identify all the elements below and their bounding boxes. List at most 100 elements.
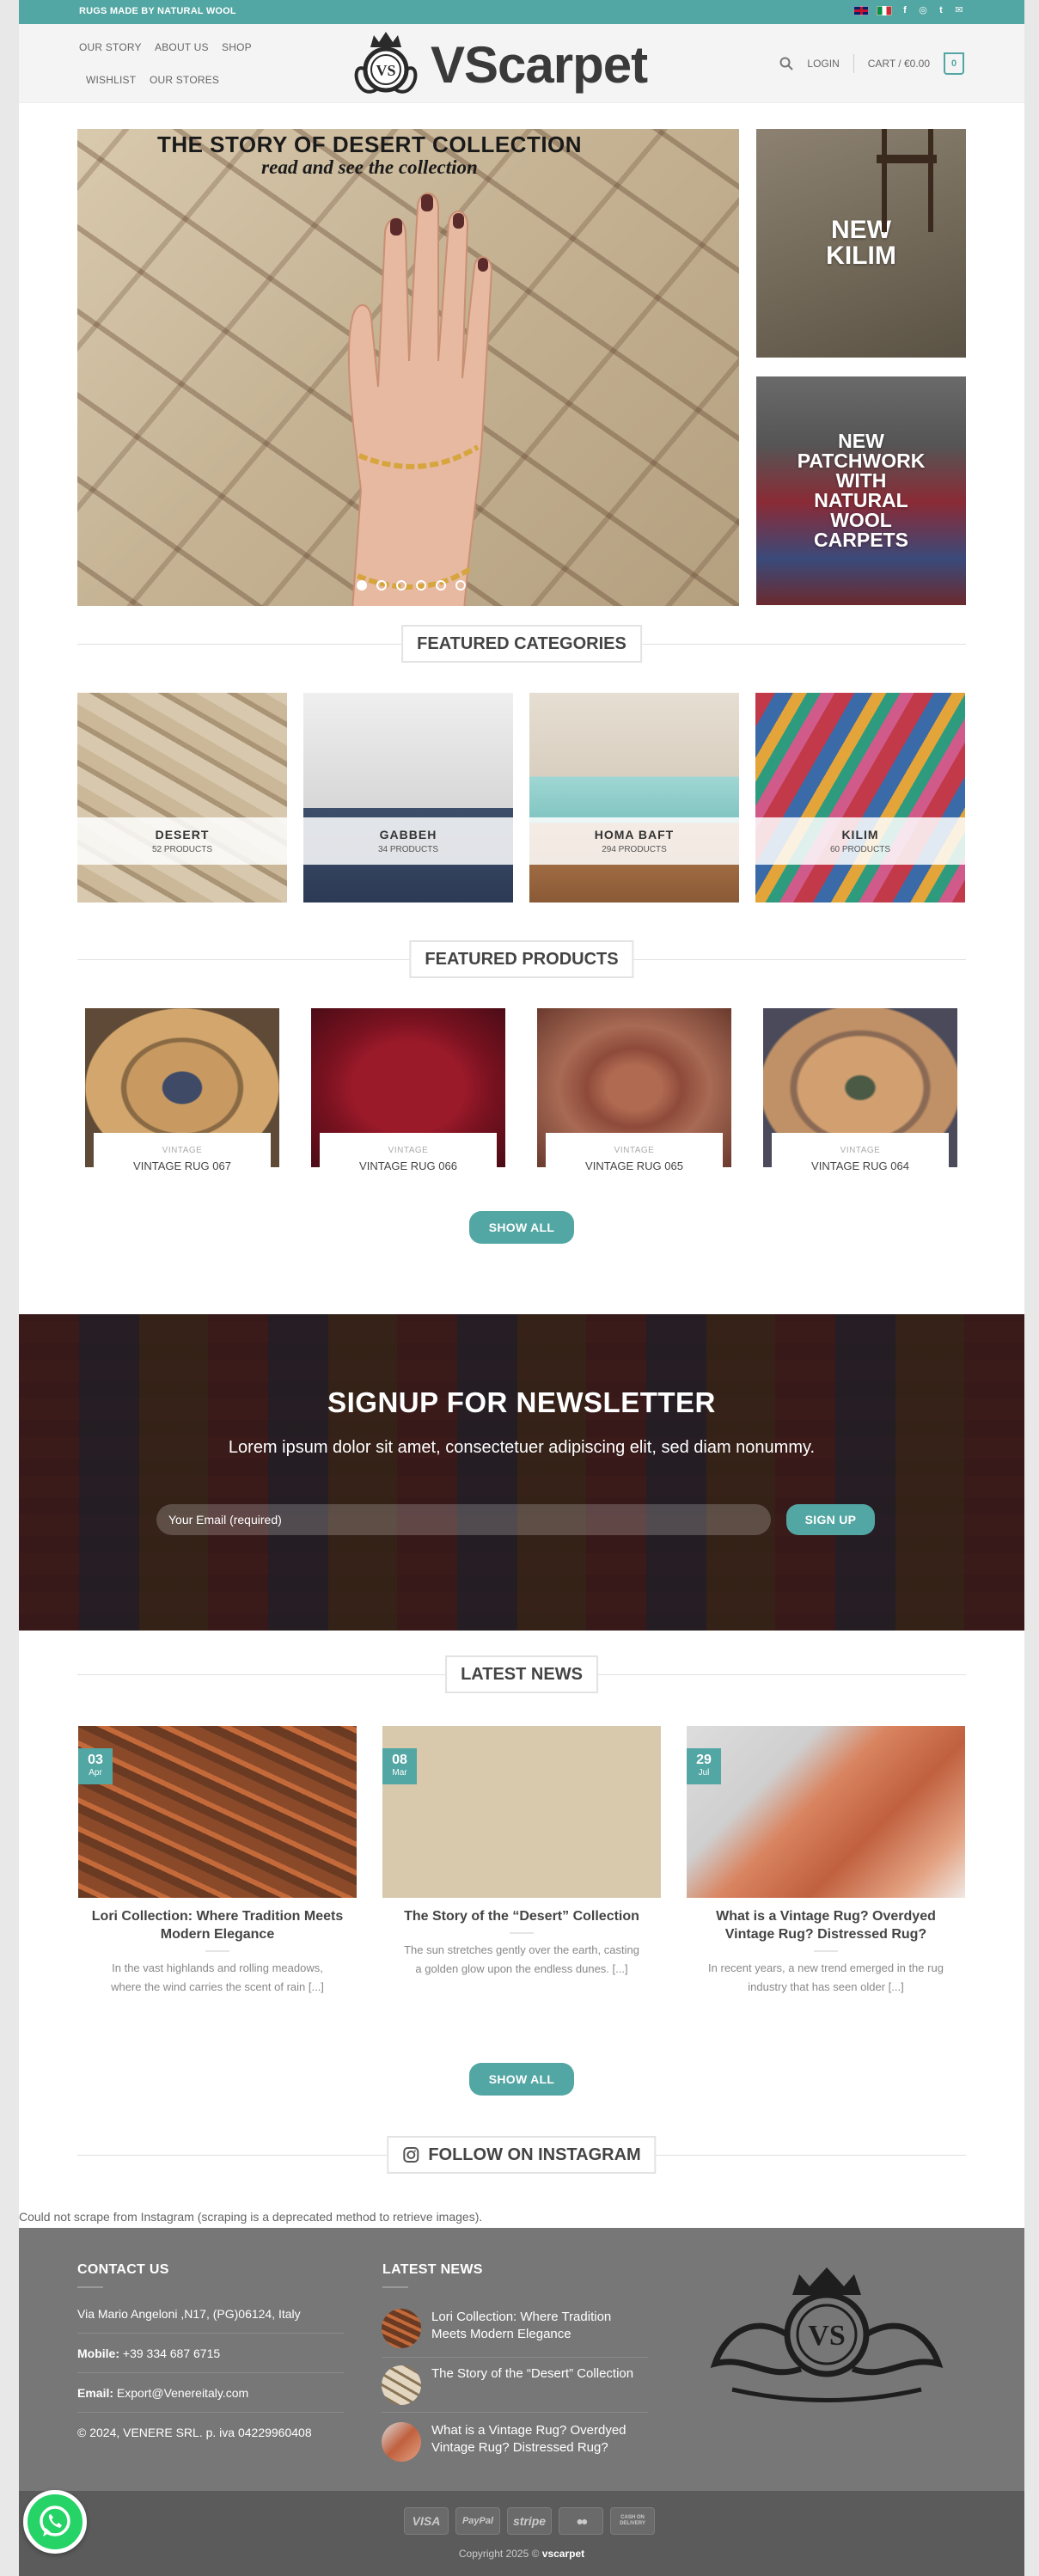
category-name: HOMA BAFT: [594, 828, 675, 841]
footer-divider: [77, 2372, 344, 2373]
banner-new-kilim[interactable]: NEW KILIM: [756, 129, 966, 358]
english-flag-icon[interactable]: [853, 5, 869, 15]
hero-slider[interactable]: THE STORY OF DESERT COLLECTION read and …: [77, 129, 739, 606]
nav-our-stores[interactable]: OUR STORES: [150, 74, 219, 86]
slider-dot[interactable]: [376, 580, 387, 590]
copyright-brand[interactable]: vscarpet: [542, 2548, 584, 2560]
product-name[interactable]: VINTAGE RUG 066: [320, 1160, 497, 1172]
visa-icon: VISA: [404, 2507, 449, 2535]
show-all-products-button[interactable]: SHOW ALL: [469, 1211, 574, 1244]
email-icon[interactable]: ✉: [954, 5, 964, 15]
footer-address: Via Mario Angeloni ,N17, (PG)06124, Ital…: [77, 2307, 301, 2321]
newsletter-email-input[interactable]: Your Email (required): [156, 1504, 771, 1535]
category-count: 60 PRODUCTS: [829, 845, 890, 854]
news-image[interactable]: 29 Jul: [687, 1726, 965, 1898]
nav-wishlist[interactable]: WISHLIST: [86, 74, 136, 86]
product-category: VINTAGE: [388, 1146, 429, 1155]
footer-news-link[interactable]: The Story of the “Desert” Collection: [431, 2365, 638, 2383]
footer-news-link[interactable]: What is a Vintage Rug? Overdyed Vintage …: [431, 2422, 638, 2457]
paypal-icon: PayPal: [455, 2507, 500, 2535]
footer-news-thumb: [382, 2422, 421, 2462]
product-card[interactable]: VINTAGE VINTAGE RUG 067: [85, 1008, 279, 1187]
news-divider: [510, 1932, 534, 1934]
slider-dot[interactable]: [436, 580, 446, 590]
copyright-text: Copyright 2025 ©: [458, 2548, 542, 2560]
news-month: Apr: [89, 1768, 102, 1778]
news-date-badge: 29 Jul: [687, 1748, 721, 1784]
category-count: 52 PRODUCTS: [151, 845, 212, 854]
slider-dot[interactable]: [396, 580, 406, 590]
hero-subtitle[interactable]: read and see the collection: [77, 156, 662, 179]
news-image[interactable]: 08 Mar: [382, 1726, 661, 1898]
product-category: VINTAGE: [614, 1146, 655, 1155]
footer-email: Email: Export@Venereitaly.com: [77, 2386, 248, 2400]
news-excerpt: In recent years, a new trend emerged in …: [708, 1961, 944, 1993]
site-logo[interactable]: VS VScarpet: [351, 28, 700, 101]
footer-mobile-number[interactable]: +39 334 687 6715: [119, 2347, 220, 2360]
category-card-homa-baft[interactable]: HOMA BAFT 294 PRODUCTS: [529, 693, 739, 903]
news-month: Mar: [392, 1768, 407, 1778]
news-card[interactable]: 29 Jul What is a Vintage Rug? Overdyed V…: [687, 1726, 965, 1997]
cart-link[interactable]: CART / €0.00: [868, 58, 930, 70]
news-image[interactable]: 03 Apr: [78, 1726, 357, 1898]
product-category: VINTAGE: [162, 1146, 203, 1155]
show-all-news-button[interactable]: SHOW ALL: [469, 2063, 574, 2096]
news-title[interactable]: What is a Vintage Rug? Overdyed Vintage …: [687, 1907, 965, 1943]
nav-our-story[interactable]: OUR STORY: [79, 41, 142, 53]
product-name[interactable]: VINTAGE RUG 065: [546, 1160, 723, 1172]
facebook-icon[interactable]: f: [900, 5, 910, 15]
nav-about-us[interactable]: ABOUT US: [155, 41, 209, 53]
nav-shop[interactable]: SHOP: [222, 41, 252, 53]
slider-dot[interactable]: [357, 580, 367, 590]
product-card[interactable]: VINTAGE VINTAGE RUG 066: [311, 1008, 505, 1187]
instagram-title-box[interactable]: FOLLOW ON INSTAGRAM: [387, 2136, 657, 2174]
banner-new-patchwork[interactable]: NEW PATCHWORK WITH NATURAL WOOL CARPETS: [756, 376, 966, 605]
news-title[interactable]: The Story of the “Desert” Collection: [382, 1907, 661, 1925]
latest-news-title: LATEST NEWS: [445, 1655, 598, 1693]
product-card[interactable]: VINTAGE VINTAGE RUG 064: [763, 1008, 957, 1187]
category-card-desert[interactable]: DESERT 52 PRODUCTS: [77, 693, 287, 903]
slider-dot[interactable]: [416, 580, 426, 590]
footer-news-item[interactable]: The Story of the “Desert” Collection: [382, 2365, 638, 2405]
product-label: VINTAGE VINTAGE RUG 066: [320, 1133, 497, 1187]
whatsapp-button[interactable]: [23, 2490, 87, 2554]
featured-categories-title: FEATURED CATEGORIES: [401, 625, 642, 663]
banner-new-patchwork-label: NEW PATCHWORK WITH NATURAL WOOL CARPETS: [797, 430, 926, 551]
login-link[interactable]: LOGIN: [807, 58, 839, 70]
news-date-badge: 03 Apr: [78, 1748, 113, 1784]
footer-divider: [382, 2412, 648, 2413]
product-name[interactable]: VINTAGE RUG 067: [94, 1160, 271, 1172]
product-category: VINTAGE: [840, 1146, 881, 1155]
news-divider: [814, 1950, 838, 1952]
product-label: VINTAGE VINTAGE RUG 064: [772, 1133, 949, 1187]
product-card[interactable]: VINTAGE VINTAGE RUG 065: [537, 1008, 731, 1187]
product-label: VINTAGE VINTAGE RUG 065: [546, 1133, 723, 1187]
instagram-icon[interactable]: ◎: [918, 5, 928, 15]
logo-monogram: VS: [376, 62, 395, 79]
slider-dot[interactable]: [455, 580, 466, 590]
footer-title-underline: [77, 2286, 103, 2288]
whatsapp-icon: [40, 2506, 70, 2536]
featured-products-heading: FEATURED PRODUCTS: [77, 940, 966, 978]
footer-news-item[interactable]: What is a Vintage Rug? Overdyed Vintage …: [382, 2422, 638, 2462]
featured-categories-heading: FEATURED CATEGORIES: [77, 625, 966, 663]
instagram-title: FOLLOW ON INSTAGRAM: [428, 2145, 641, 2164]
footer-news-link[interactable]: Lori Collection: Where Tradition Meets M…: [431, 2309, 638, 2343]
cart-count-badge[interactable]: 0: [944, 52, 964, 75]
news-title[interactable]: Lori Collection: Where Tradition Meets M…: [78, 1907, 357, 1943]
category-card-kilim[interactable]: KILIM 60 PRODUCTS: [755, 693, 965, 903]
footer-email-address[interactable]: Export@Venereitaly.com: [113, 2386, 248, 2400]
news-card[interactable]: 08 Mar The Story of the “Desert” Collect…: [382, 1726, 661, 1979]
product-name[interactable]: VINTAGE RUG 064: [772, 1160, 949, 1172]
product-label: VINTAGE VINTAGE RUG 067: [94, 1133, 271, 1187]
footer-news-item[interactable]: Lori Collection: Where Tradition Meets M…: [382, 2309, 638, 2348]
newsletter-section: SIGNUP FOR NEWSLETTER Lorem ipsum dolor …: [19, 1314, 1024, 1631]
search-icon[interactable]: [779, 57, 794, 70]
italian-flag-icon[interactable]: [877, 5, 892, 15]
category-caption: KILIM 60 PRODUCTS: [755, 817, 965, 865]
twitter-icon[interactable]: t: [936, 5, 946, 15]
latest-news-heading: LATEST NEWS: [77, 1655, 966, 1693]
category-card-gabbeh[interactable]: GABBEH 34 PRODUCTS: [303, 693, 513, 903]
signup-button[interactable]: SIGN UP: [786, 1504, 875, 1535]
news-card[interactable]: 03 Apr Lori Collection: Where Tradition …: [78, 1726, 357, 1997]
